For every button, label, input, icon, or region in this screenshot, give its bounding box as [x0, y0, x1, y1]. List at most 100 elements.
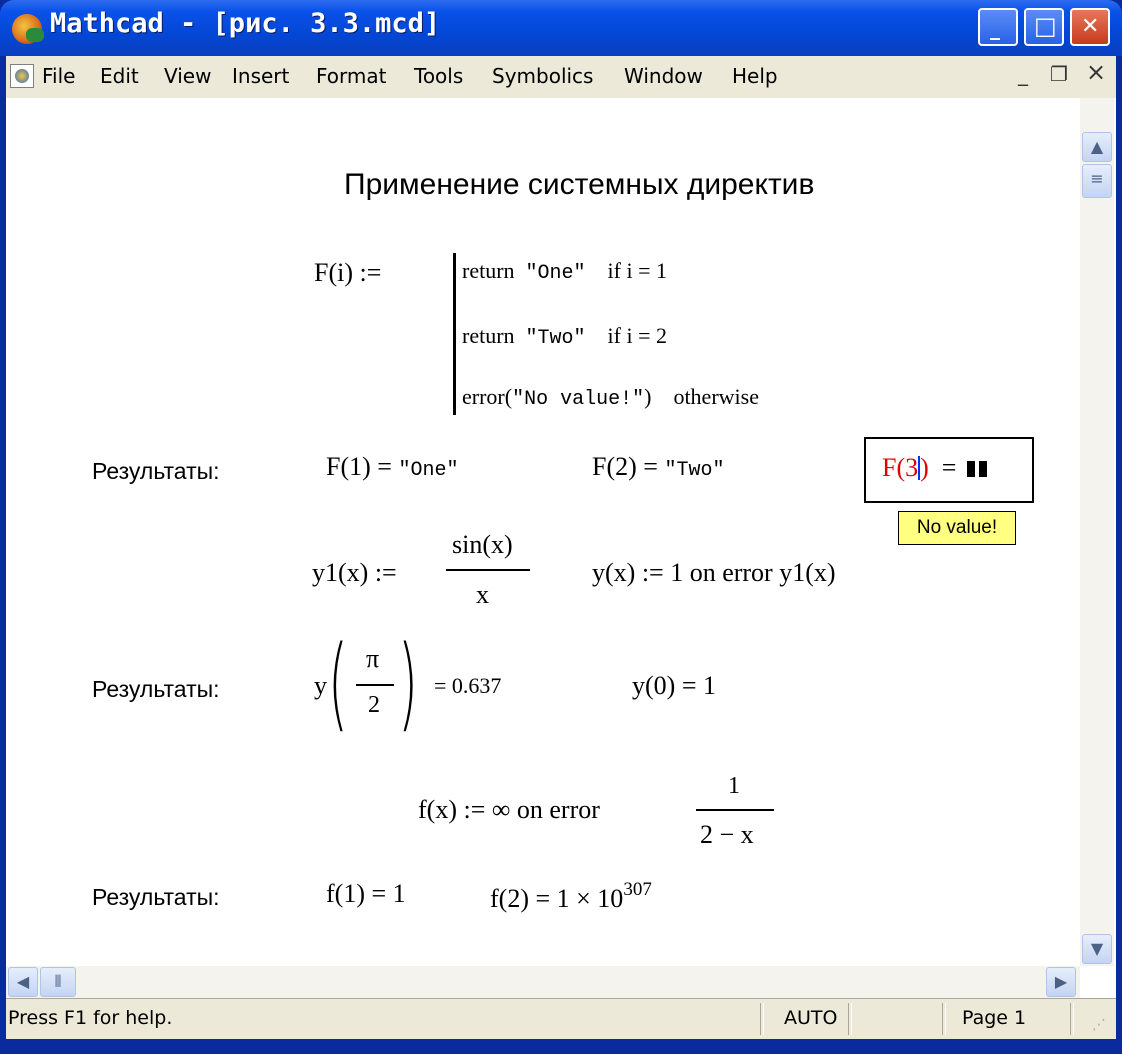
- menu-symbolics[interactable]: Symbolics: [492, 64, 593, 88]
- result-f2[interactable]: F(2) = "Two": [592, 452, 724, 482]
- chevron-down-icon: ▼: [1090, 939, 1104, 958]
- program-line-2[interactable]: return "Two" if i = 2: [462, 323, 667, 350]
- result-f2-lhs: F(2) =: [592, 452, 658, 481]
- program-line-2-value: "Two": [525, 327, 586, 350]
- results-label-2: Результаты:: [92, 676, 220, 702]
- menu-edit[interactable]: Edit: [100, 64, 139, 88]
- menu-insert[interactable]: Insert: [232, 64, 289, 88]
- horizontal-scroll-thumb[interactable]: ⦀: [40, 967, 76, 997]
- results-label-3: Результаты:: [92, 884, 220, 910]
- scroll-up-button[interactable]: ▲: [1082, 132, 1112, 162]
- resize-grip-icon[interactable]: ⋰: [1092, 1017, 1106, 1033]
- close-icon: ✕: [1081, 14, 1100, 39]
- scroll-right-button[interactable]: ▶: [1046, 967, 1076, 997]
- scroll-left-button[interactable]: ◀: [8, 967, 38, 997]
- y1-definition-lhs[interactable]: y1(x) :=: [312, 558, 397, 588]
- f2-result-base: f(2) = 1 × 10: [490, 884, 624, 913]
- window-title: Mathcad - [рис. 3.3.mcd]: [50, 8, 441, 39]
- close-button[interactable]: ✕: [1070, 8, 1110, 46]
- y-function-name[interactable]: y: [314, 671, 327, 701]
- y0-result[interactable]: y(0) = 1: [632, 671, 716, 701]
- menu-bar: File Edit View Insert Format Tools Symbo…: [6, 56, 1116, 98]
- program-line-3-value: "No value!": [512, 388, 645, 411]
- y1-fraction-line: [446, 569, 530, 571]
- program-line-3-stmt-end: ): [644, 384, 652, 409]
- vertical-scroll-thumb[interactable]: ≡: [1082, 164, 1112, 198]
- program-line-2-stmt: return: [462, 323, 515, 348]
- menu-format[interactable]: Format: [316, 64, 386, 88]
- result-f1[interactable]: F(1) = "One": [326, 452, 458, 482]
- menu-view[interactable]: View: [164, 64, 211, 88]
- program-definition-lhs[interactable]: F(i) :=: [314, 258, 381, 288]
- f-denominator[interactable]: 2 − x: [700, 820, 754, 850]
- pi-fraction-line: [356, 684, 394, 686]
- error-expression-text: F(3: [882, 453, 919, 482]
- placeholder-block-1: [966, 461, 975, 477]
- grip-icon: ≡: [1090, 169, 1104, 188]
- maximize-button[interactable]: □: [1024, 8, 1064, 46]
- error-expression[interactable]: F(3) =: [882, 453, 987, 483]
- result-f1-rhs: "One": [398, 459, 459, 482]
- menu-help[interactable]: Help: [732, 64, 778, 88]
- title-bar[interactable]: Mathcad - [рис. 3.3.mcd] _ □ ✕: [0, 0, 1122, 56]
- doc-restore-icon[interactable]: ❐: [1050, 62, 1068, 86]
- program-line-3[interactable]: error("No value!") otherwise: [462, 384, 759, 411]
- vertical-scrollbar[interactable]: ▲ ≡ ▼: [1080, 98, 1114, 966]
- program-line-3-stmt: error(: [462, 384, 513, 409]
- program-line-1-stmt: return: [462, 258, 515, 283]
- f-definition-lhs[interactable]: f(x) := ∞ on error: [418, 795, 600, 825]
- result-f1-lhs: F(1) =: [326, 452, 392, 481]
- chevron-left-icon: ◀: [16, 972, 30, 991]
- grip-icon: ⦀: [54, 972, 62, 991]
- status-separator: [848, 1003, 852, 1035]
- error-expression-close: ): [920, 453, 929, 482]
- worksheet[interactable]: Применение системных директив F(i) := re…: [6, 98, 1080, 928]
- status-help-text: Press F1 for help.: [8, 1007, 173, 1029]
- menu-tools[interactable]: Tools: [414, 64, 463, 88]
- mathcad-window: Mathcad - [рис. 3.3.mcd] _ □ ✕ File Edit…: [0, 0, 1122, 1054]
- status-mode: AUTO: [784, 1007, 838, 1029]
- status-bar: Press F1 for help. AUTO Page 1 ⋰: [6, 998, 1116, 1039]
- doc-close-icon[interactable]: ×: [1086, 58, 1106, 86]
- left-paren: (: [328, 624, 348, 743]
- f-fraction-line: [696, 809, 774, 811]
- program-line-1-cond: if i = 1: [607, 258, 668, 283]
- f-numerator[interactable]: 1: [728, 773, 740, 800]
- status-separator: [1070, 1003, 1074, 1035]
- menu-file[interactable]: File: [42, 64, 75, 88]
- minimize-icon: _: [990, 16, 1000, 40]
- f1-result[interactable]: f(1) = 1: [326, 879, 406, 909]
- error-region[interactable]: F(3) =: [864, 437, 1034, 503]
- status-page: Page 1: [962, 1007, 1027, 1029]
- right-paren: ): [398, 624, 418, 743]
- minimize-button[interactable]: _: [978, 8, 1018, 46]
- results-label-1: Результаты:: [92, 458, 220, 484]
- horizontal-scrollbar[interactable]: ◀ ⦀ ▶: [6, 966, 1080, 998]
- maximize-icon: □: [1034, 12, 1057, 40]
- mathcad-app-icon[interactable]: [12, 14, 44, 44]
- program-line-2-cond: if i = 2: [607, 323, 668, 348]
- error-tooltip: No value!: [898, 511, 1016, 545]
- f2-result-exponent: 307: [623, 879, 652, 900]
- chevron-up-icon: ▲: [1090, 137, 1104, 156]
- chevron-right-icon: ▶: [1054, 972, 1068, 991]
- y1-denominator[interactable]: x: [476, 580, 489, 610]
- program-line-1[interactable]: return "One" if i = 1: [462, 258, 667, 285]
- document-icon[interactable]: [10, 64, 34, 88]
- pi-denominator[interactable]: 2: [368, 692, 380, 719]
- program-line-3-cond: otherwise: [673, 384, 759, 409]
- doc-minimize-icon[interactable]: _: [1018, 62, 1028, 86]
- placeholder-block-2: [978, 461, 987, 477]
- f2-result[interactable]: f(2) = 1 × 10307: [490, 879, 652, 914]
- menu-window[interactable]: Window: [624, 64, 703, 88]
- y-definition[interactable]: y(x) := 1 on error y1(x): [592, 558, 836, 588]
- error-equals: =: [941, 453, 957, 482]
- result-f2-rhs: "Two": [664, 459, 725, 482]
- worksheet-heading[interactable]: Применение системных директив: [344, 168, 814, 202]
- program-bar: [453, 253, 456, 415]
- pi-numerator[interactable]: π: [366, 644, 379, 674]
- y-pi-result[interactable]: = 0.637: [434, 673, 501, 699]
- scroll-down-button[interactable]: ▼: [1082, 934, 1112, 964]
- status-separator: [760, 1003, 764, 1035]
- y1-numerator[interactable]: sin(x): [452, 530, 513, 560]
